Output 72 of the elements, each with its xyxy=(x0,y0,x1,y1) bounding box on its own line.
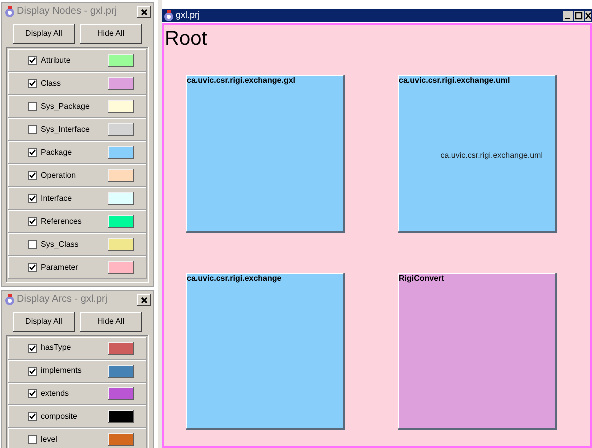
app-icon xyxy=(4,6,16,18)
node-label: ca.uvic.csr.rigi.exchange xyxy=(187,275,282,283)
close-icon[interactable] xyxy=(585,10,591,20)
checkbox[interactable] xyxy=(28,344,37,353)
close-icon xyxy=(140,8,148,16)
item-label: References xyxy=(41,216,83,228)
item-label: Sys_Interface xyxy=(41,124,91,136)
color-swatch[interactable] xyxy=(108,54,134,67)
color-swatch[interactable] xyxy=(108,100,134,113)
checkbox[interactable] xyxy=(28,389,37,398)
hide-all-button[interactable]: Hide All xyxy=(80,24,142,44)
app-icon xyxy=(4,294,16,306)
graph-node[interactable]: RigiConvert xyxy=(398,273,557,430)
hide-all-button[interactable]: Hide All xyxy=(80,312,142,332)
window-title: Display Nodes - gxl.prj xyxy=(17,7,118,17)
color-swatch[interactable] xyxy=(108,192,134,205)
color-swatch[interactable] xyxy=(108,261,134,274)
display-all-button[interactable]: Display All xyxy=(13,24,75,44)
color-swatch[interactable] xyxy=(108,215,134,228)
graph-node[interactable]: ca.uvic.csr.rigi.exchange.gxl xyxy=(186,75,345,233)
close-icon xyxy=(140,296,148,304)
checkbox[interactable] xyxy=(28,217,37,226)
color-swatch[interactable] xyxy=(108,146,134,159)
item-label: composite xyxy=(41,410,78,423)
item-label: hasType xyxy=(41,342,72,354)
color-swatch[interactable] xyxy=(108,364,134,378)
item-label: Sys_Package xyxy=(41,100,91,112)
item-label: Interface xyxy=(41,192,74,204)
color-swatch[interactable] xyxy=(108,387,134,400)
node-label: ca.uvic.csr.rigi.exchange.gxl xyxy=(187,77,296,85)
checkbox[interactable] xyxy=(28,263,37,272)
item-label: Parameter xyxy=(41,262,80,274)
app-icon xyxy=(163,10,175,22)
checkbox[interactable] xyxy=(28,148,37,157)
color-swatch[interactable] xyxy=(108,433,134,446)
checkbox[interactable] xyxy=(28,79,37,88)
checkbox[interactable] xyxy=(28,102,37,111)
checkbox[interactable] xyxy=(28,435,37,444)
checkbox[interactable] xyxy=(28,194,37,203)
graph-node[interactable]: ca.uvic.csr.rigi.exchange.uml ca.uvic.csr.rigi.exchange.uml xyxy=(398,75,557,233)
item-label: implements xyxy=(41,365,83,378)
minimize-icon[interactable] xyxy=(563,10,573,20)
checkbox[interactable] xyxy=(28,240,37,249)
color-swatch[interactable] xyxy=(108,342,134,355)
display-all-button[interactable]: Display All xyxy=(13,312,75,332)
graph-node[interactable]: ca.uvic.csr.rigi.exchange xyxy=(186,273,345,430)
color-swatch[interactable] xyxy=(108,410,134,424)
item-label: level xyxy=(41,434,58,446)
item-label: Class xyxy=(41,78,62,90)
checkbox[interactable] xyxy=(28,366,37,376)
node-label: RigiConvert xyxy=(399,275,444,283)
item-label: Attribute xyxy=(41,54,72,66)
checkbox[interactable] xyxy=(28,125,37,134)
node-label: ca.uvic.csr.rigi.exchange.uml xyxy=(399,77,510,85)
canvas-heading: Root xyxy=(165,29,208,49)
checkbox[interactable] xyxy=(28,56,37,65)
color-swatch[interactable] xyxy=(108,169,134,182)
window-title: gxl.prj xyxy=(176,11,202,20)
close-button[interactable] xyxy=(137,294,151,306)
color-swatch[interactable] xyxy=(108,77,134,90)
node-label: ca.uvic.csr.rigi.exchange.uml xyxy=(440,152,543,160)
checkbox[interactable] xyxy=(28,171,37,180)
color-swatch[interactable] xyxy=(108,238,134,251)
color-swatch[interactable] xyxy=(108,123,134,136)
checkbox[interactable] xyxy=(28,412,37,422)
item-label: Operation xyxy=(41,170,78,182)
item-label: Package xyxy=(41,146,74,158)
close-button[interactable] xyxy=(137,6,151,18)
window-title: Display Arcs - gxl.prj xyxy=(17,295,109,305)
item-label: Sys_Class xyxy=(41,238,80,250)
item-label: extends xyxy=(41,388,70,400)
maximize-icon[interactable] xyxy=(574,10,584,20)
